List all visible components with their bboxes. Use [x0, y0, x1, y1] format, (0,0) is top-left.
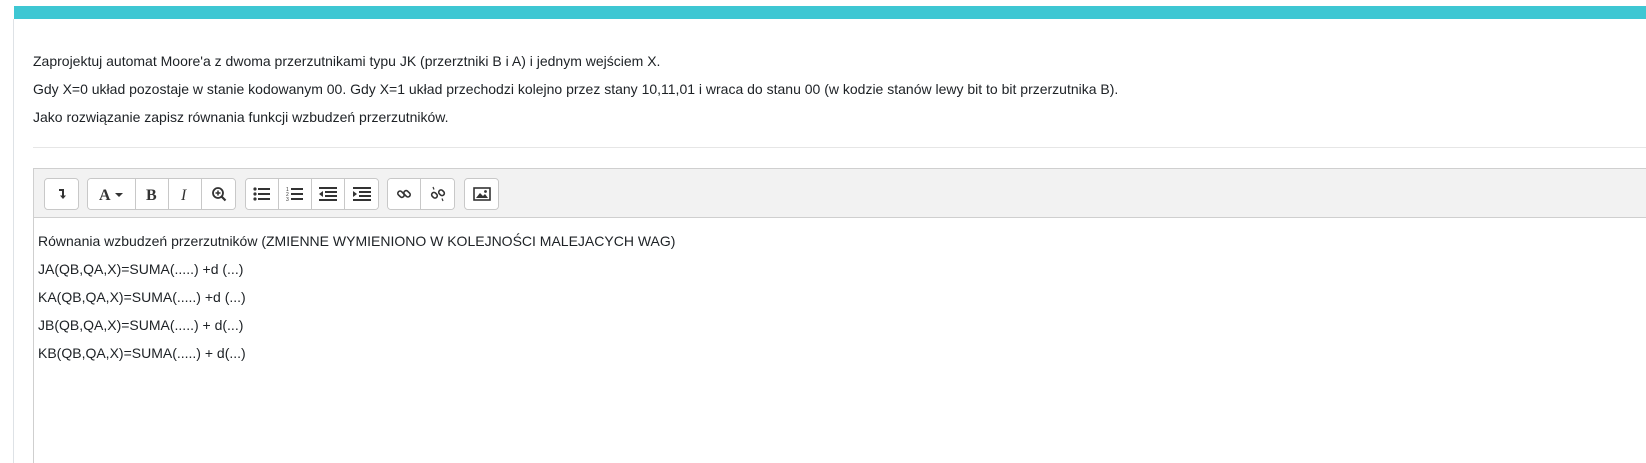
- toolbar-group-collapse: [44, 178, 79, 210]
- bold-icon: B: [144, 186, 160, 202]
- link-button[interactable]: [388, 179, 421, 209]
- ordered-list-button[interactable]: 1 2 3: [279, 179, 312, 209]
- unlink-button[interactable]: [421, 179, 454, 209]
- accessibility-checker-icon: [211, 186, 227, 202]
- link-icon: [396, 186, 412, 202]
- collapse-toolbar-icon: [55, 187, 69, 201]
- toolbar-group-lists: 1 2 3: [245, 178, 379, 210]
- editor-line-5: KB(QB,QA,X)=SUMA(.....) + d(...): [38, 345, 246, 361]
- outdent-button[interactable]: [312, 179, 345, 209]
- left-border: [13, 19, 14, 463]
- ordered-list-icon: 1 2 3: [286, 186, 304, 202]
- accent-top-bar: [14, 6, 1646, 19]
- question-text: Zaprojektuj automat Moore'a z dwoma prze…: [33, 47, 1633, 131]
- italic-button[interactable]: I: [169, 179, 202, 209]
- editor-line-2: JA(QB,QA,X)=SUMA(.....) +d (...): [38, 261, 244, 277]
- italic-icon: I: [177, 186, 193, 202]
- unordered-list-icon: [253, 187, 271, 201]
- bold-button[interactable]: B: [136, 179, 169, 209]
- page: Zaprojektuj automat Moore'a z dwoma prze…: [0, 0, 1646, 463]
- insert-image-button[interactable]: [465, 179, 498, 209]
- question-line-3: Jako rozwiązanie zapisz równania funkcji…: [33, 109, 449, 125]
- question-line-1: Zaprojektuj automat Moore'a z dwoma prze…: [33, 53, 661, 69]
- svg-text:A: A: [99, 187, 111, 202]
- editor-line-4: JB(QB,QA,X)=SUMA(.....) + d(...): [38, 317, 244, 333]
- divider: [33, 147, 1646, 148]
- unlink-icon: [430, 186, 446, 202]
- toolbar-group-links: [387, 178, 455, 210]
- image-icon: [472, 187, 491, 201]
- accessibility-checker-button[interactable]: [202, 179, 235, 209]
- svg-text:I: I: [180, 187, 187, 202]
- editor-content[interactable]: Równania wzbudzeń przerzutników (ZMIENNE…: [38, 227, 675, 367]
- toolbar-group-text-style: A B I: [87, 178, 236, 210]
- outdent-icon: [319, 187, 337, 201]
- font-style-button[interactable]: A: [88, 179, 136, 209]
- editor-line-1: Równania wzbudzeń przerzutników (ZMIENNE…: [38, 233, 676, 249]
- question-line-2: Gdy X=0 układ pozostaje w stanie kodowan…: [33, 81, 1119, 97]
- editor-toolbar: A B I 1 2 3: [34, 169, 1646, 218]
- answer-editor[interactable]: A B I 1 2 3 Równania wzbudzeń przerzutni…: [33, 168, 1646, 463]
- toolbar-group-media: [464, 178, 499, 210]
- editor-line-3: KA(QB,QA,X)=SUMA(.....) +d (...): [38, 289, 246, 305]
- svg-text:3: 3: [286, 197, 289, 202]
- indent-button[interactable]: [345, 179, 378, 209]
- svg-text:B: B: [146, 187, 157, 202]
- indent-icon: [352, 187, 371, 201]
- font-style-icon: A: [97, 186, 127, 202]
- unordered-list-button[interactable]: [246, 179, 279, 209]
- collapse-toolbar-button[interactable]: [45, 179, 78, 209]
